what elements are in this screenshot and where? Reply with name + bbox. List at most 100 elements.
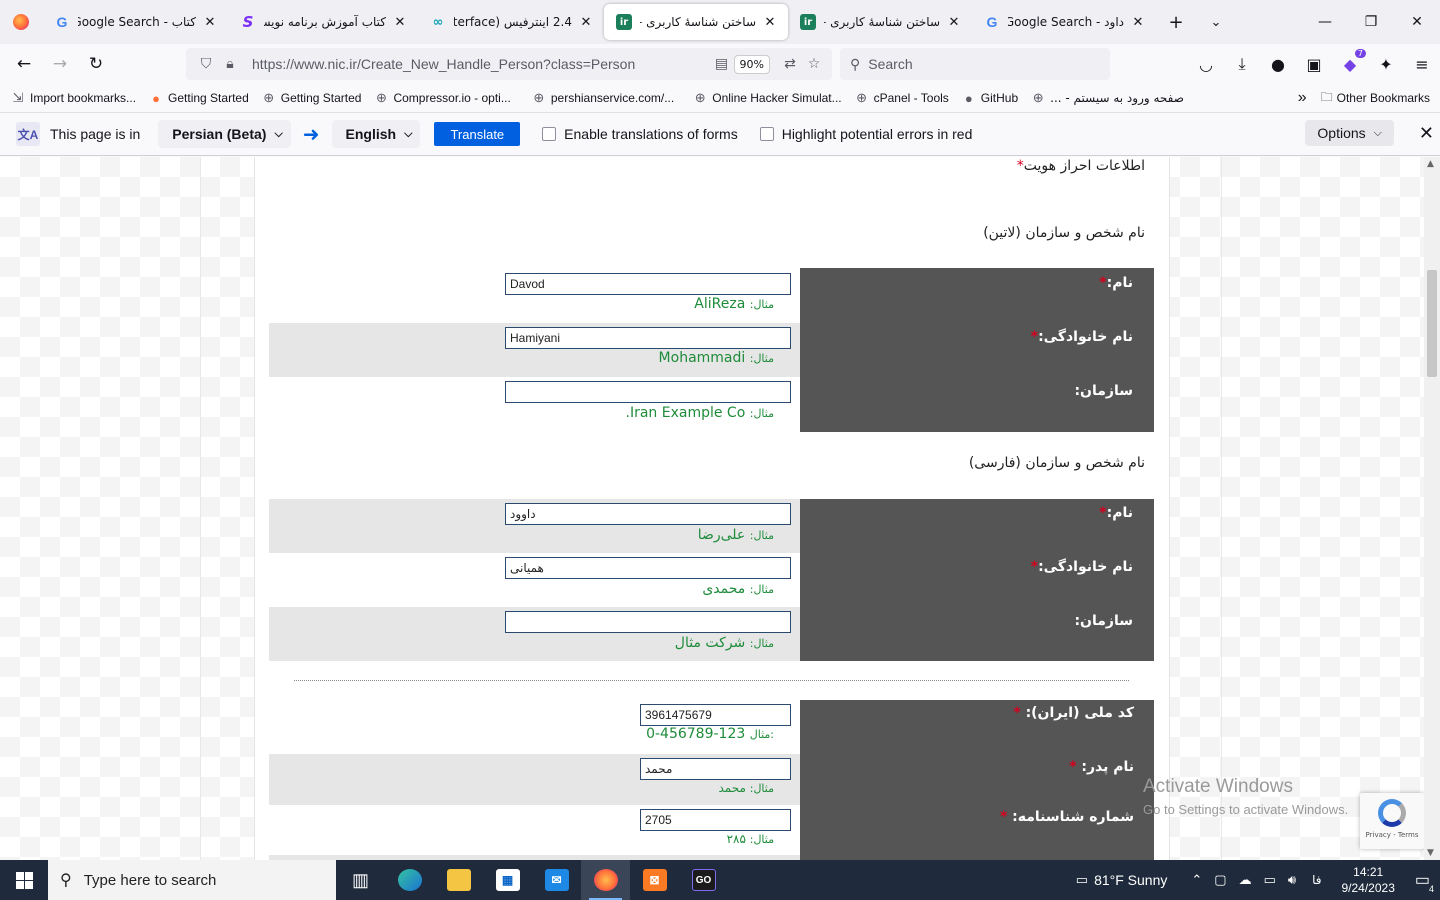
national-id-input[interactable] <box>640 704 791 726</box>
volume-icon[interactable]: 🔊︎ <box>1288 872 1296 888</box>
close-tab-icon[interactable]: ✕ <box>1130 15 1146 30</box>
menu-hamburger-icon[interactable]: ≡ <box>1404 55 1440 74</box>
to-language-select[interactable]: English ⌵ <box>331 120 421 148</box>
reload-icon[interactable]: ↻ <box>78 48 114 80</box>
taskbar-search-box[interactable]: ⚲ Type here to search <box>48 860 336 900</box>
url-text[interactable]: https://www.nic.ir/Create_New_Handle_Per… <box>252 56 710 72</box>
bookmark-compressor[interactable]: ⊕ Compressor.io - opti... <box>373 90 511 106</box>
weather-icon[interactable]: ▭ <box>1076 872 1088 888</box>
back-icon[interactable]: ← <box>6 48 42 80</box>
firefox-app[interactable] <box>581 860 630 900</box>
persian-first-name-input[interactable] <box>505 503 791 525</box>
latin-org-input[interactable] <box>505 381 791 403</box>
tab-google-search-davod[interactable]: G داود - Google Search ✕ <box>972 4 1156 40</box>
bookmark-hacker-simulator[interactable]: ⊕ Online Hacker Simulat... <box>692 90 842 106</box>
father-name-input[interactable] <box>640 758 791 780</box>
persian-org-input[interactable] <box>505 611 791 633</box>
start-button[interactable] <box>0 860 48 900</box>
bookmark-getting-started-1[interactable]: ● Getting Started <box>148 91 249 106</box>
tab-manager-icon[interactable]: ▣ <box>1296 55 1332 74</box>
globe-icon: ⊕ <box>263 90 275 105</box>
national-id-example: 0-456789-123 مثال: <box>646 726 774 742</box>
close-translation-bar-icon[interactable]: ✕ <box>1419 123 1434 144</box>
show-hidden-icons-chevron-icon[interactable]: ⌃ <box>1191 872 1202 888</box>
example-prefix: مثال: <box>749 352 774 365</box>
tab-interface[interactable]: ∞ 2.4 اینترفیس (Interface) | ✕ <box>418 4 604 40</box>
scrollbar-thumb[interactable] <box>1427 270 1437 377</box>
edge-app[interactable] <box>385 860 434 900</box>
extensions-puzzle-icon[interactable]: ✦ <box>1368 55 1404 74</box>
clock[interactable]: 14:21 9/24/2023 <box>1341 864 1394 896</box>
zoom-level[interactable]: 90% <box>733 54 770 74</box>
new-tab-icon[interactable]: + <box>1156 0 1196 44</box>
url-bar[interactable]: ⛉ 🔒︎ https://www.nic.ir/Create_New_Handl… <box>186 48 832 80</box>
recaptcha-links[interactable]: Privacy - Terms <box>1366 831 1419 839</box>
latin-first-name-input[interactable] <box>505 273 791 295</box>
bookmark-pershianservice[interactable]: ⊕ pershianservice.com/... <box>531 90 674 106</box>
bookmark-getting-started-2[interactable]: ⊕ Getting Started <box>261 90 361 106</box>
weather-text[interactable]: 81°F Sunny <box>1094 872 1167 888</box>
more-bookmarks-chevron-icon[interactable]: » <box>1298 89 1307 107</box>
checkbox[interactable] <box>759 127 774 141</box>
list-tabs-chevron-icon[interactable]: ⌄ <box>1196 0 1236 44</box>
translate-button[interactable]: Translate <box>434 122 521 146</box>
tab-nic-active[interactable]: ir ساختن شناسهٔ کاربری – ایر ✕ <box>604 4 788 40</box>
shield-icon[interactable]: ⛉ <box>194 56 218 72</box>
extension-badge-icon[interactable]: ◆ 7 <box>1332 48 1368 74</box>
notification-center-icon[interactable]: ▭ 4 <box>1415 870 1434 894</box>
goland-app[interactable]: GO <box>679 860 728 900</box>
folder-icon: 🗀︎ <box>1320 89 1333 104</box>
example-value: محمد <box>718 781 746 795</box>
reader-view-icon[interactable]: ▤ <box>710 56 734 72</box>
input-language-indicator[interactable]: فا <box>1312 873 1321 887</box>
firefox-icon[interactable] <box>0 0 42 44</box>
bookmark-github[interactable]: ● GitHub <box>961 91 1018 106</box>
close-tab-icon[interactable]: ✕ <box>762 15 778 30</box>
minimize-window-icon[interactable]: — <box>1302 0 1348 44</box>
meet-now-icon[interactable]: ▢ <box>1214 872 1226 888</box>
tab-programming-book[interactable]: S کتاب آموزش برنامه نویسی ✕ <box>228 4 418 40</box>
cloud-icon[interactable]: ☁ <box>1239 872 1252 888</box>
close-tab-icon[interactable]: ✕ <box>578 15 594 30</box>
bookmark-login[interactable]: ⊕ صفحه ورود به سیستم - ... <box>1030 90 1184 106</box>
extension-avatar-icon[interactable]: ● <box>1260 55 1296 74</box>
xampp-app[interactable]: ⊠ <box>630 860 679 900</box>
file-explorer-app[interactable] <box>434 860 483 900</box>
tab-nic[interactable]: ir ساختن شناسهٔ کاربری – ایر ✕ <box>788 4 972 40</box>
search-bar[interactable]: ⚲ Search <box>840 48 1110 80</box>
close-tab-icon[interactable]: ✕ <box>392 15 408 30</box>
restore-window-icon[interactable]: ❐ <box>1348 0 1394 44</box>
bookmark-star-icon[interactable]: ☆ <box>802 56 826 72</box>
network-icon[interactable]: ▭ <box>1264 872 1276 888</box>
store-app[interactable]: ▦ <box>483 860 532 900</box>
task-view-button[interactable]: ▥ <box>336 860 385 900</box>
mail-app[interactable]: ✉ <box>532 860 581 900</box>
checkbox[interactable] <box>542 127 557 141</box>
bookmark-import[interactable]: ⇲ Import bookmarks... <box>10 90 136 106</box>
scroll-up-icon[interactable]: ▲ <box>1427 159 1434 169</box>
enable-forms-translation-option[interactable]: Enable translations of forms <box>542 126 738 142</box>
other-bookmarks[interactable]: Other Bookmarks <box>1337 91 1430 105</box>
close-window-icon[interactable]: ✕ <box>1394 0 1440 44</box>
bookmark-label: Import bookmarks... <box>30 91 137 105</box>
section-divider <box>294 680 1129 681</box>
close-tab-icon[interactable]: ✕ <box>946 15 962 30</box>
close-tab-icon[interactable]: ✕ <box>202 15 218 30</box>
forward-icon[interactable]: → <box>42 48 78 80</box>
bookmark-cpanel[interactable]: ⊕ cPanel - Tools <box>854 90 949 106</box>
id-number-input[interactable] <box>640 809 791 831</box>
persian-last-name-input[interactable] <box>505 557 791 579</box>
from-language-select[interactable]: Persian (Beta) ⌵ <box>158 120 291 148</box>
pocket-icon[interactable]: ◡ <box>1188 55 1224 74</box>
latin-last-name-input[interactable] <box>505 327 791 349</box>
scroll-down-icon[interactable]: ▼ <box>1427 848 1434 858</box>
page-scrollbar[interactable]: ▲ ▼ <box>1424 157 1440 860</box>
downloads-icon[interactable]: ⤓ <box>1224 54 1260 74</box>
tab-google-search-ketab[interactable]: G کتاب - Google Search ✕ <box>42 4 228 40</box>
recaptcha-badge[interactable]: Privacy - Terms <box>1360 793 1424 849</box>
lock-icon[interactable]: 🔒︎ <box>218 56 242 72</box>
notification-count: 4 <box>1428 884 1434 894</box>
translate-icon[interactable]: ⇄ <box>778 56 802 72</box>
translate-options-button[interactable]: Options ⌵ <box>1305 120 1394 146</box>
highlight-errors-option[interactable]: Highlight potential errors in red <box>759 126 972 142</box>
